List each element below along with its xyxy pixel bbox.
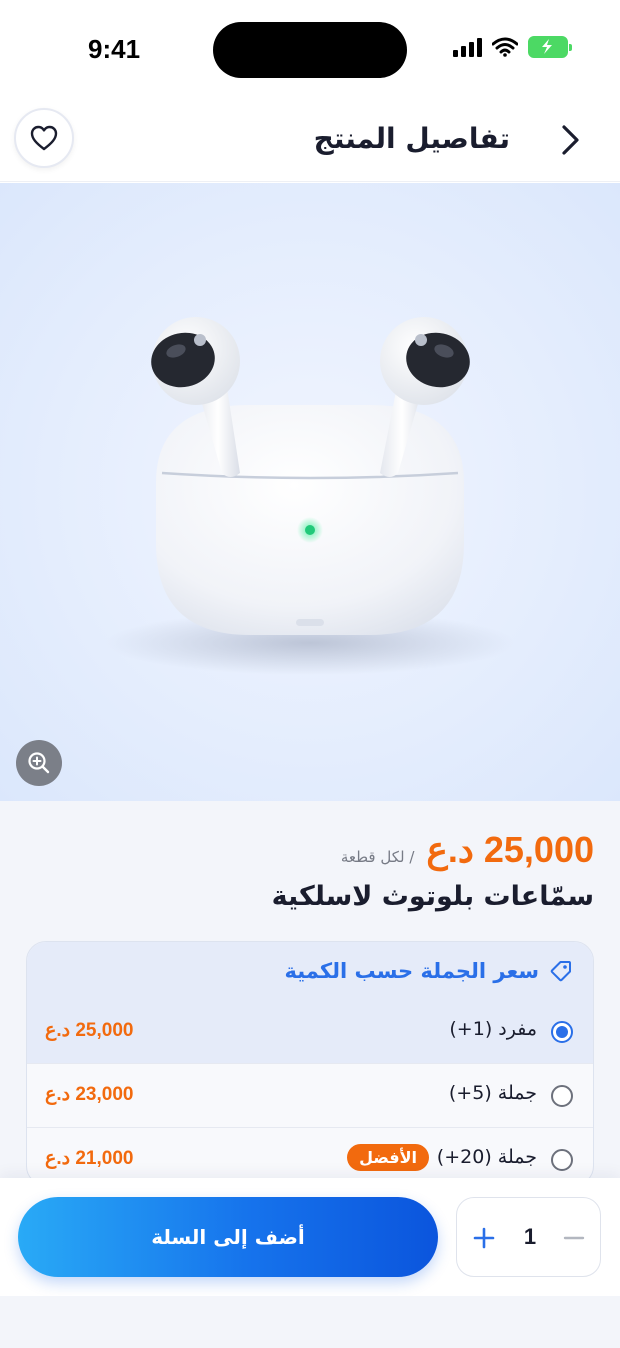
add-to-cart-button[interactable]: أضف إلى السلة bbox=[18, 1197, 438, 1277]
tier-option-wholesale-5[interactable]: جملة (5+) 23,000 د.ع bbox=[27, 1063, 593, 1127]
earbuds-illustration bbox=[105, 317, 515, 675]
quantity-stepper: 1 bbox=[456, 1197, 601, 1277]
tier-radio[interactable] bbox=[551, 1021, 573, 1043]
tier-price: 25,000 د.ع bbox=[45, 1020, 134, 1041]
back-button[interactable] bbox=[550, 120, 590, 160]
product-name: سمّاعات بلوتوث لاسلكية bbox=[271, 881, 594, 912]
per-unit-label: / لكل قطعة bbox=[340, 848, 415, 866]
product-image[interactable] bbox=[0, 183, 620, 801]
page-title: تفاصيل المنتج bbox=[313, 122, 510, 155]
add-to-cart-label: أضف إلى السلة bbox=[151, 1225, 305, 1249]
back-chevron-icon bbox=[562, 125, 579, 155]
wifi-icon bbox=[492, 37, 518, 57]
signal-icon bbox=[453, 37, 482, 57]
wholesale-title: سعر الجملة حسب الكمية bbox=[284, 959, 539, 983]
product-price: 25,000 د.ع bbox=[426, 829, 594, 870]
status-bar: 9:41 bbox=[0, 0, 620, 100]
bottom-action-bar: أضف إلى السلة 1 bbox=[0, 1178, 620, 1296]
battery-icon bbox=[528, 36, 572, 58]
wholesale-pricing-card: سعر الجملة حسب الكمية مفرد (1+) 25,000 د… bbox=[26, 941, 594, 1186]
tier-radio[interactable] bbox=[551, 1085, 573, 1107]
zoom-in-icon bbox=[28, 752, 50, 774]
favorite-button[interactable] bbox=[14, 108, 74, 168]
heart-icon bbox=[30, 125, 58, 151]
dynamic-island bbox=[213, 22, 407, 78]
tier-label: جملة (20+) bbox=[436, 1146, 537, 1168]
tier-option-single[interactable]: مفرد (1+) 25,000 د.ع bbox=[27, 1000, 593, 1063]
wholesale-header: سعر الجملة حسب الكمية bbox=[27, 942, 593, 1000]
tier-price: 23,000 د.ع bbox=[45, 1084, 134, 1105]
best-value-badge: الأفضل bbox=[347, 1144, 429, 1171]
minus-icon bbox=[563, 1236, 585, 1240]
tier-label: جملة (5+) bbox=[448, 1082, 537, 1104]
tier-price: 21,000 د.ع bbox=[45, 1148, 134, 1169]
product-info: 25,000 د.ع / لكل قطعة سمّاعات بلوتوث لاس… bbox=[0, 801, 620, 1186]
price-row: 25,000 د.ع / لكل قطعة bbox=[341, 829, 594, 871]
home-indicator-area bbox=[0, 1296, 620, 1348]
status-icons bbox=[453, 36, 572, 58]
tag-icon bbox=[550, 961, 571, 982]
quantity-increase-button[interactable] bbox=[471, 1218, 497, 1258]
quantity-decrease-button[interactable] bbox=[561, 1218, 587, 1258]
zoom-button[interactable] bbox=[16, 740, 62, 786]
top-app-bar: تفاصيل المنتج bbox=[0, 100, 620, 182]
plus-icon bbox=[473, 1227, 495, 1249]
quantity-value: 1 bbox=[523, 1224, 537, 1249]
status-time: 9:41 bbox=[88, 34, 141, 64]
tier-label: مفرد (1+) bbox=[449, 1018, 537, 1040]
tier-radio[interactable] bbox=[551, 1149, 573, 1171]
